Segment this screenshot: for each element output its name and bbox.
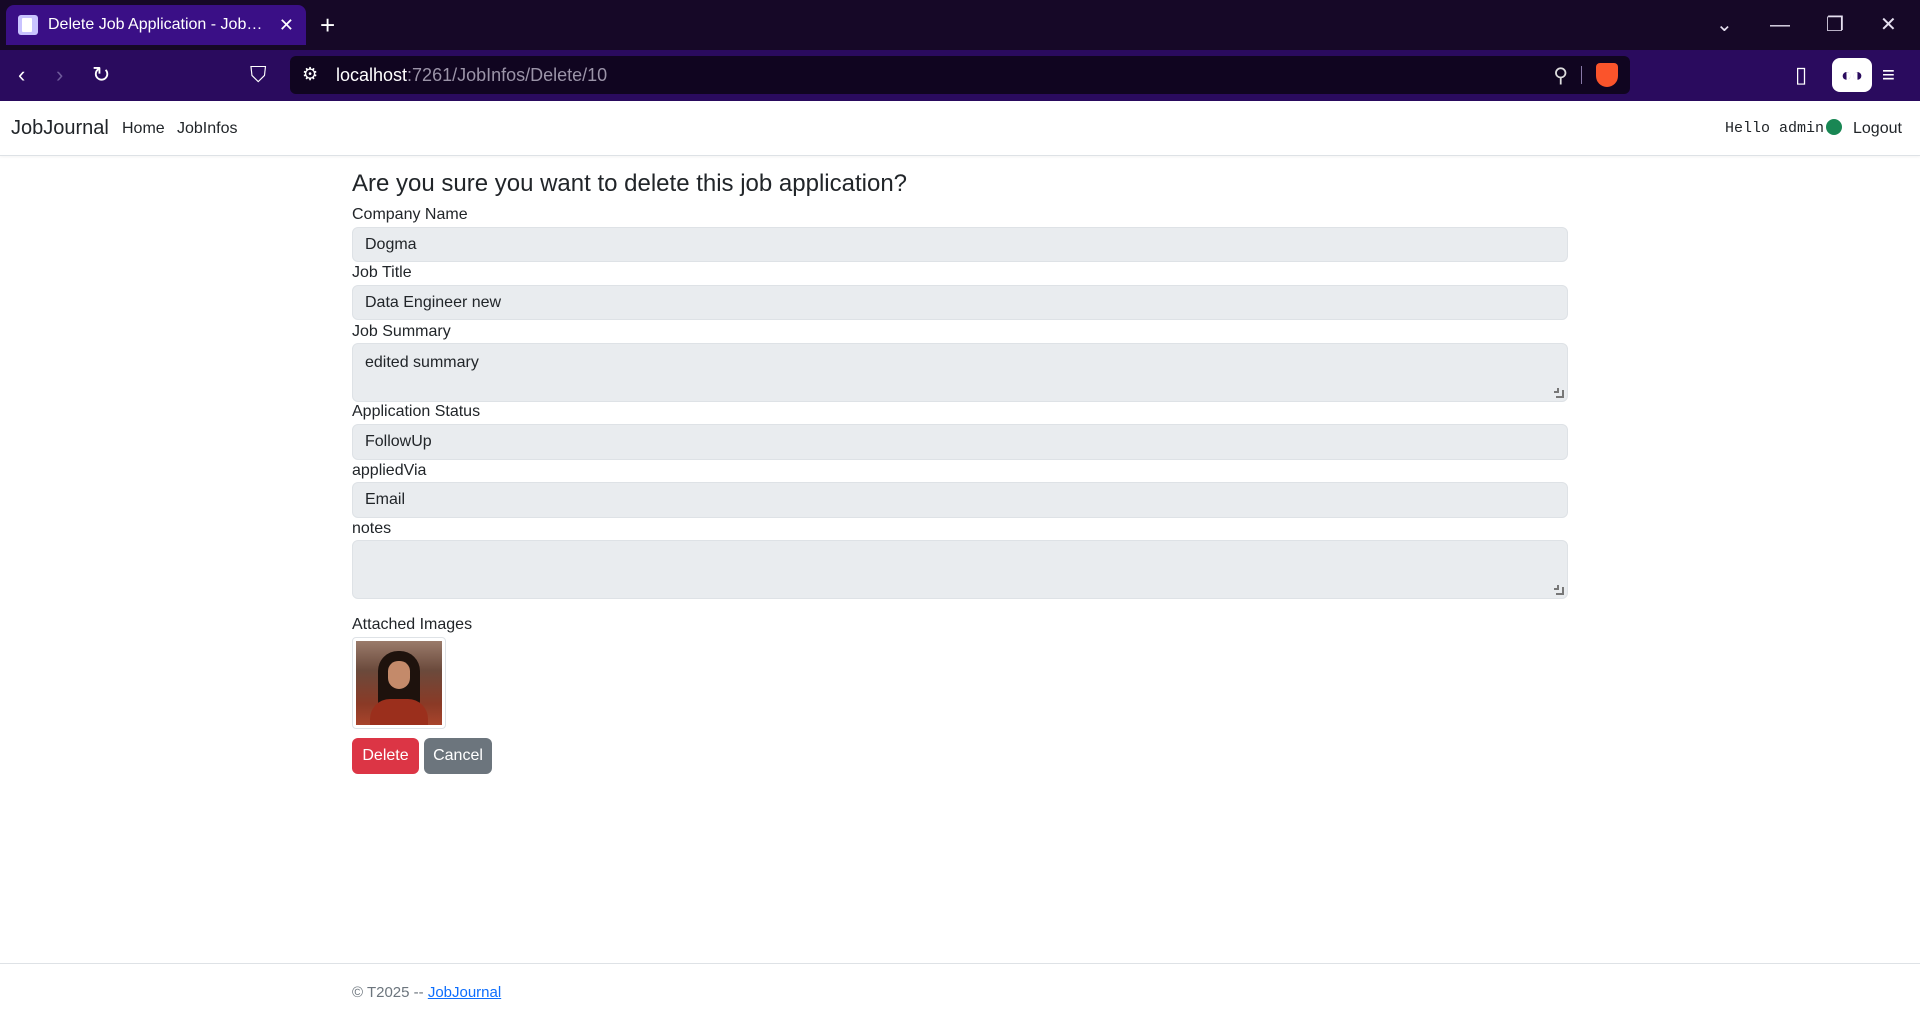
- sidebar-toggle-icon[interactable]: ▯: [1795, 58, 1807, 92]
- brave-shields-icon[interactable]: [1596, 63, 1618, 87]
- notes-label: notes: [352, 520, 392, 537]
- page-title: Are you sure you want to delete this job…: [352, 170, 908, 197]
- zoom-icon[interactable]: ⚲: [1553, 63, 1568, 88]
- tab-close-icon[interactable]: ✕: [279, 15, 294, 36]
- online-status-icon: [1826, 119, 1842, 135]
- close-window-icon[interactable]: ✕: [1880, 8, 1897, 42]
- company-name-label: Company Name: [352, 206, 468, 223]
- site-settings-icon[interactable]: ⚙: [302, 64, 318, 85]
- app-navbar: JobJournal Home JobInfos Hello admin! Lo…: [0, 101, 1920, 156]
- bookmark-icon[interactable]: ⛉: [250, 58, 267, 92]
- resize-handle-icon[interactable]: [1554, 585, 1564, 595]
- tab-title: Delete Job Application - JobJournal: [48, 16, 269, 33]
- page-footer: © T2025 -- JobJournal: [0, 963, 1920, 1020]
- applied-via-field[interactable]: Email: [352, 482, 1568, 518]
- reader-mode-icon[interactable]: ◐◑: [1832, 58, 1872, 92]
- divider: [1581, 66, 1582, 84]
- browser-tab-bar: Delete Job Application - JobJournal ✕ + …: [0, 0, 1920, 50]
- user-greeting: Hello admin!: [1725, 120, 1834, 137]
- url-text: localhost:7261/JobInfos/Delete/10: [336, 65, 608, 85]
- browser-tab[interactable]: Delete Job Application - JobJournal ✕: [6, 5, 306, 45]
- menu-icon[interactable]: ≡: [1882, 58, 1895, 92]
- attached-images-label: Attached Images: [352, 616, 473, 633]
- forward-icon[interactable]: ›: [56, 58, 63, 92]
- new-tab-icon[interactable]: +: [320, 8, 335, 42]
- browser-toolbar: ‹ › ↻ ⛉ ⚙ localhost:7261/JobInfos/Delete…: [0, 50, 1920, 101]
- nav-home-link[interactable]: Home: [122, 120, 165, 138]
- application-status-field[interactable]: FollowUp: [352, 424, 1568, 460]
- tab-favicon-icon: [18, 15, 38, 35]
- job-title-field[interactable]: Data Engineer new: [352, 285, 1568, 320]
- nav-jobinfos-link[interactable]: JobInfos: [177, 120, 237, 138]
- minimize-icon[interactable]: —: [1770, 8, 1790, 42]
- tab-list-chevron-icon[interactable]: ⌄: [1716, 8, 1733, 42]
- applied-via-label: appliedVia: [352, 462, 427, 479]
- job-title-label: Job Title: [352, 264, 412, 281]
- delete-button[interactable]: Delete: [352, 738, 419, 774]
- brand-link[interactable]: JobJournal: [11, 117, 109, 140]
- attached-image-thumbnail[interactable]: [352, 637, 446, 729]
- job-summary-value: edited summary: [365, 354, 479, 371]
- application-status-label: Application Status: [352, 403, 481, 420]
- resize-handle-icon[interactable]: [1554, 388, 1564, 398]
- restore-icon[interactable]: ❐: [1826, 8, 1844, 42]
- job-summary-label: Job Summary: [352, 323, 451, 340]
- notes-field[interactable]: [352, 540, 1568, 599]
- company-name-field[interactable]: Dogma: [352, 227, 1568, 262]
- address-bar[interactable]: ⚙ localhost:7261/JobInfos/Delete/10 ⚲: [290, 56, 1630, 94]
- footer-link[interactable]: JobJournal: [428, 984, 501, 1001]
- logout-link[interactable]: Logout: [1853, 120, 1902, 138]
- footer-text: © T2025 -- JobJournal: [352, 984, 502, 1001]
- job-summary-field[interactable]: edited summary: [352, 343, 1568, 402]
- cancel-button[interactable]: Cancel: [424, 738, 492, 774]
- reload-icon[interactable]: ↻: [92, 58, 110, 92]
- back-icon[interactable]: ‹: [18, 58, 25, 92]
- portrait-image: [356, 641, 442, 725]
